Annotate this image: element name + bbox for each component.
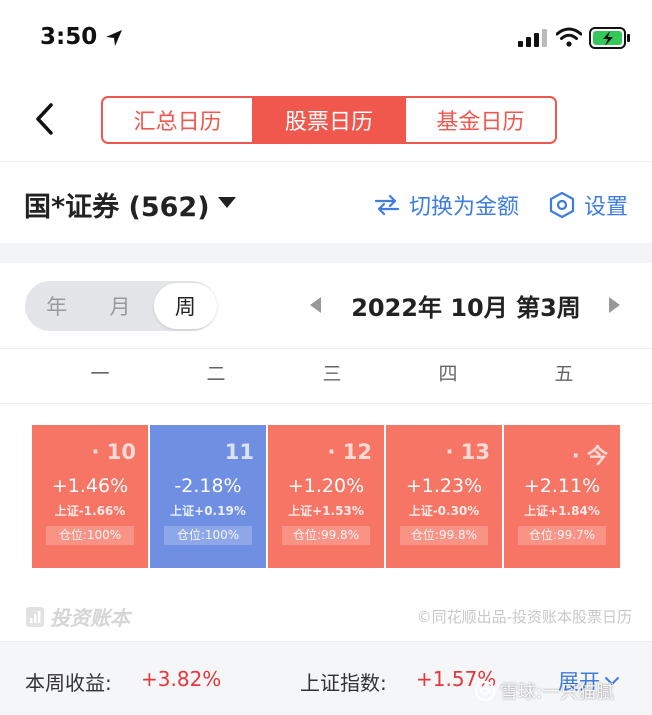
snowball-logo-icon <box>475 681 495 701</box>
section-divider <box>0 243 652 263</box>
settings-label: 设置 <box>584 195 629 220</box>
day-return: +1.20% <box>287 475 365 497</box>
period-row: 年 月 周 2022年 10月 第3周 <box>0 263 652 349</box>
day-card[interactable]: · 12 +1.20% 上证+1.53% 仓位:99.8% <box>268 425 384 568</box>
day-cards: · 10 +1.46% 上证-1.66% 仓位:100% 11 -2.18% 上… <box>32 425 620 568</box>
day-index-change: 上证-1.66% <box>54 504 126 518</box>
day-position: 仓位:99.7% <box>518 526 606 545</box>
day-position: 仓位:100% <box>164 526 252 545</box>
chevron-left-icon <box>36 103 53 135</box>
day-card[interactable]: 11 -2.18% 上证+0.19% 仓位:100% <box>150 425 266 568</box>
calendar-type-tabs: 汇总日历 股票日历 基金日历 <box>101 96 557 144</box>
day-index-change: 上证+1.53% <box>288 504 364 518</box>
day-date: · 12 <box>327 440 372 464</box>
day-card[interactable]: · 13 +1.23% 上证-0.30% 仓位:99.8% <box>386 425 502 568</box>
brand-logo: 投资账本 <box>25 602 130 631</box>
day-date: 11 <box>224 440 254 464</box>
xueqiu-watermark-text: 雪球:一只猫腻 <box>500 682 615 703</box>
account-selector[interactable]: 国*证券 (562) <box>24 185 210 224</box>
next-period-arrow-icon[interactable] <box>609 297 620 313</box>
back-button[interactable] <box>26 96 62 142</box>
day-position: 仓位:100% <box>46 526 134 545</box>
prev-period-arrow-icon[interactable] <box>310 297 321 313</box>
day-index-change: 上证-0.30% <box>408 504 480 518</box>
day-card[interactable]: · 10 +1.46% 上证-1.66% 仓位:100% <box>32 425 148 568</box>
period-option-month[interactable]: 月 <box>88 283 151 329</box>
day-date: · 10 <box>91 440 136 464</box>
period-title: 2022年 10月 第3周 <box>351 294 581 322</box>
xueqiu-watermark: 雪球:一只猫腻 <box>474 678 614 704</box>
tab-summary-calendar[interactable]: 汇总日历 <box>103 98 255 142</box>
battery-charging-icon <box>589 27 630 49</box>
period-option-year[interactable]: 年 <box>25 283 88 329</box>
period-option-week[interactable]: 周 <box>153 283 217 329</box>
account-row: 国*证券 (562) 切换为金额 设置 <box>0 163 652 243</box>
week-return-label: 本周收益: <box>25 671 112 695</box>
wifi-icon <box>556 27 582 47</box>
ledger-logo-icon <box>26 606 44 627</box>
day-index-change: 上证+0.19% <box>170 504 246 518</box>
day-position: 仓位:99.8% <box>282 526 370 545</box>
day-date: · 今 <box>571 444 608 468</box>
day-return: +2.11% <box>523 475 601 497</box>
weekday-label: 三 <box>322 363 342 385</box>
day-date: · 13 <box>445 440 490 464</box>
period-toggle: 年 月 周 <box>25 281 217 331</box>
week-return-value: +3.82% <box>141 667 222 691</box>
caret-down-icon[interactable] <box>218 197 236 208</box>
day-position: 仓位:99.8% <box>400 526 488 545</box>
brand-logo-text: 投资账本 <box>50 606 130 630</box>
weekday-label: 四 <box>438 363 458 385</box>
switch-to-amount-label: 切换为金额 <box>409 195 520 220</box>
hexagon-settings-icon <box>549 191 575 219</box>
day-return: +1.46% <box>51 475 129 497</box>
switch-to-amount-button[interactable]: 切换为金额 <box>373 189 519 221</box>
cellular-signal-icon <box>518 29 547 47</box>
weekday-label: 一 <box>90 363 110 385</box>
day-return: +1.23% <box>405 475 483 497</box>
swap-arrows-icon <box>374 194 400 216</box>
day-index-change: 上证+1.84% <box>524 504 600 518</box>
weekday-label: 五 <box>554 363 574 385</box>
brand-credit: ©同花顺出品-投资账本股票日历 <box>416 608 632 626</box>
weekday-header: 一 二 三 四 五 <box>0 350 652 404</box>
status-time: 3:50 <box>40 24 98 50</box>
tab-stock-calendar[interactable]: 股票日历 <box>254 98 406 142</box>
location-arrow-icon <box>106 30 122 46</box>
settings-button[interactable]: 设置 <box>548 189 628 221</box>
weekday-label: 二 <box>206 363 226 385</box>
status-bar: 3:50 <box>0 0 652 78</box>
day-card[interactable]: · 今 +2.11% 上证+1.84% 仓位:99.7% <box>504 425 620 568</box>
index-change-label: 上证指数: <box>300 671 387 695</box>
day-return: -2.18% <box>174 475 242 497</box>
tab-fund-calendar[interactable]: 基金日历 <box>406 98 555 142</box>
nav-header: 汇总日历 股票日历 基金日历 <box>0 78 652 162</box>
